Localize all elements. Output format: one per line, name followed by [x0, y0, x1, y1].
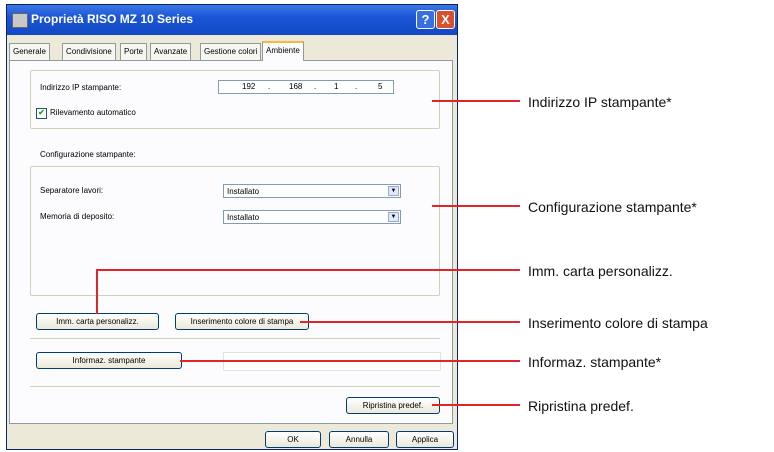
printer-info-button[interactable]: Informaz. stampante — [36, 352, 182, 369]
ip-address-input[interactable]: 192 . 168 . 1 . 5 — [218, 80, 394, 94]
divider — [30, 338, 440, 339]
storage-memory-label: Memoria di deposito: — [40, 212, 115, 221]
storage-memory-value: Installato — [227, 213, 260, 222]
tab-gestione-colori[interactable]: Gestione colori — [200, 43, 262, 60]
printer-icon — [12, 13, 28, 28]
callout-print-color: Inserimento colore di stampa — [528, 315, 708, 331]
callout-line-config — [432, 205, 520, 207]
job-separator-label: Separatore lavori: — [40, 186, 104, 195]
callout-printer-info: Informaz. stampante* — [528, 354, 662, 370]
custom-paper-button[interactable]: Imm. carta personalizz. — [36, 313, 159, 330]
close-button[interactable]: X — [436, 10, 455, 29]
cancel-button[interactable]: Annulla — [329, 431, 389, 448]
ip-label: Indirizzo IP stampante: — [40, 83, 122, 92]
ip-octet-4: 5 — [378, 82, 383, 91]
callout-line-custom-paper — [97, 269, 520, 271]
job-separator-value: Installato — [227, 187, 260, 196]
chevron-down-icon[interactable]: ▼ — [388, 212, 399, 222]
callout-ip: Indirizzo IP stampante* — [528, 94, 672, 110]
ip-octet-2: 168 — [289, 82, 303, 91]
ip-octet-3: 1 — [334, 82, 339, 91]
callout-restore: Ripristina predef. — [528, 398, 634, 414]
callout-line-restore — [432, 404, 520, 406]
window-title: Proprietà RISO MZ 10 Series — [31, 12, 194, 26]
restore-default-button[interactable]: Ripristina predef. — [346, 397, 440, 414]
callout-vline-custom-paper — [96, 269, 98, 314]
title-bar[interactable]: Proprietà RISO MZ 10 Series ? X — [7, 5, 457, 35]
callout-config: Configurazione stampante* — [528, 199, 697, 215]
tab-ambiente[interactable]: Ambiente — [262, 41, 304, 61]
print-color-button[interactable]: Inserimento colore di stampa — [175, 313, 309, 330]
tab-porte[interactable]: Porte — [120, 43, 148, 60]
apply-button[interactable]: Applica — [396, 431, 454, 448]
auto-detect-checkbox[interactable]: ✔ — [36, 108, 47, 119]
auto-detect-label: Rilevamento automatico — [50, 108, 136, 117]
divider — [30, 386, 440, 387]
tab-generale[interactable]: Generale — [9, 43, 50, 60]
help-button[interactable]: ? — [416, 10, 435, 29]
chevron-down-icon[interactable]: ▼ — [388, 186, 399, 196]
callout-line-ip — [432, 100, 520, 102]
ok-button[interactable]: OK — [265, 431, 321, 448]
tab-avanzate[interactable]: Avanzate — [150, 43, 192, 60]
tab-condivisione[interactable]: Condivisione — [62, 43, 116, 60]
callout-line-printer-info — [180, 360, 520, 362]
config-heading: Configurazione stampante: — [40, 150, 136, 159]
job-separator-select[interactable]: Installato ▼ — [223, 184, 401, 198]
storage-memory-select[interactable]: Installato ▼ — [223, 210, 401, 224]
callout-line-print-color — [300, 321, 520, 323]
ip-group — [30, 70, 440, 129]
callout-custom-paper: Imm. carta personalizz. — [528, 263, 673, 279]
ip-octet-1: 192 — [242, 82, 256, 91]
